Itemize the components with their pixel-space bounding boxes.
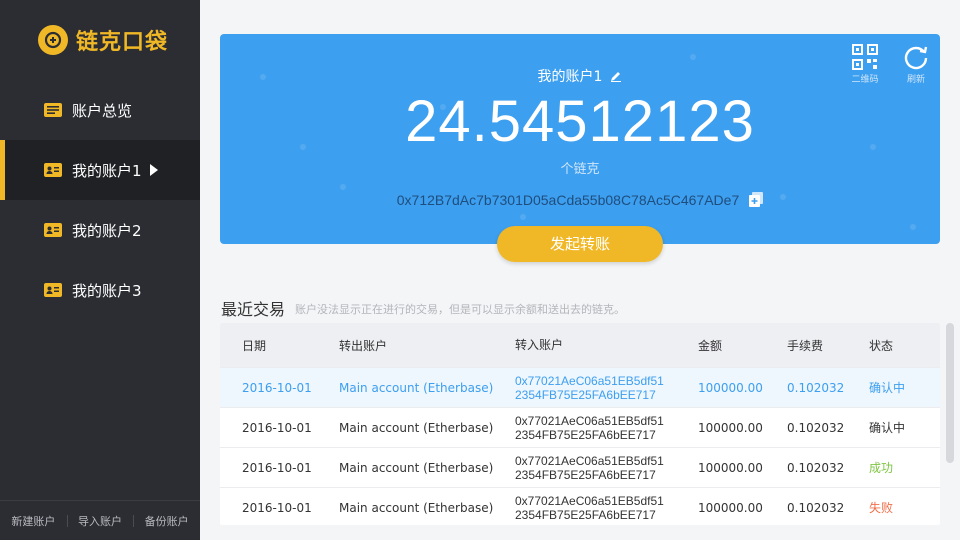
table-row[interactable]: 2016-10-01 Main account (Etherbase) 0x77… [220, 487, 940, 525]
cell-from: Main account (Etherbase) [339, 500, 494, 515]
list-icon [44, 103, 62, 117]
cell-from: Main account (Etherbase) [339, 420, 494, 435]
cell-date: 2016-10-01 [242, 500, 312, 515]
copy-icon[interactable] [749, 192, 764, 207]
sidebar-item-label: 账户总览 [72, 101, 133, 120]
status-badge: 确认中 [869, 421, 906, 435]
cell-to-line1: 0x77021AeC06a51EB5df51 [515, 493, 664, 508]
cell-to: 0x77021AeC06a51EB5df51 2354FB75E25FA6bEE7… [515, 374, 664, 402]
cell-amount: 100000.00 [698, 460, 763, 475]
cell-amount: 100000.00 [698, 420, 763, 435]
sidebar-item-label: 我的账户3 [72, 281, 142, 300]
transfer-button[interactable]: 发起转账 [497, 226, 663, 262]
account-name: 我的账户1 [220, 66, 940, 86]
recent-transactions-note: 账户没法显示正在进行的交易，但是可以显示余额和送出去的链克。 [295, 303, 625, 316]
balance-amount: 24.54512123 [405, 89, 755, 154]
cell-to-line1: 0x77021AeC06a51EB5df51 [515, 373, 664, 388]
sidebar-nav: 账户总览 我的账户1 我的账户2 我的账户3 [0, 80, 200, 320]
sidebar-item-account-1[interactable]: 我的账户1 [0, 140, 200, 200]
account-address: 0x712B7dAc7b7301D05aCda55b08C78Ac5C467AD… [220, 192, 940, 208]
col-date: 日期 [242, 338, 267, 353]
status-badge: 成功 [869, 461, 894, 475]
caret-right-icon [150, 164, 158, 176]
status-badge: 失败 [869, 501, 894, 515]
table-row[interactable]: 2016-10-01 Main account (Etherbase) 0x77… [220, 367, 940, 407]
sidebar-item-account-3[interactable]: 我的账户3 [0, 260, 200, 320]
cell-to-line1: 0x77021AeC06a51EB5df51 [515, 413, 664, 428]
cell-to-line2: 2354FB75E25FA6bEE717 [515, 387, 656, 402]
col-amount: 金额 [698, 338, 723, 353]
recent-transactions-title: 最近交易 [221, 300, 286, 319]
sidebar: 链克口袋 账户总览 我的账户1 我的账户2 我的账户3 新建账户 导入账户 备份… [0, 0, 200, 540]
sidebar-item-label: 我的账户1 [72, 161, 142, 180]
id-card-icon [44, 283, 62, 297]
sidebar-item-label: 我的账户2 [72, 221, 142, 240]
address-text: 0x712B7dAc7b7301D05aCda55b08C78Ac5C467AD… [396, 192, 740, 208]
cell-amount: 100000.00 [698, 500, 763, 515]
sidebar-item-account-2[interactable]: 我的账户2 [0, 200, 200, 260]
account-card: 二维码 刷新 我的账户1 24.54512123 个链克 0x712B7dAc7… [220, 34, 940, 244]
logo: 链克口袋 [38, 24, 168, 56]
cell-fee: 0.102032 [787, 500, 845, 515]
transactions-table: 日期 转出账户 转入账户 金额 手续费 状态 2016-10-01 Main a… [220, 323, 940, 525]
cell-date: 2016-10-01 [242, 380, 312, 395]
scrollbar[interactable] [946, 323, 954, 463]
cell-to-line2: 2354FB75E25FA6bEE717 [515, 507, 656, 522]
cell-to: 0x77021AeC06a51EB5df51 2354FB75E25FA6bEE7… [515, 414, 664, 442]
cell-to: 0x77021AeC06a51EB5df51 2354FB75E25FA6bEE7… [515, 454, 664, 482]
cell-date: 2016-10-01 [242, 420, 312, 435]
table-row[interactable]: 2016-10-01 Main account (Etherbase) 0x77… [220, 407, 940, 447]
cell-amount: 100000.00 [698, 380, 763, 395]
col-status: 状态 [869, 338, 894, 353]
col-fee: 手续费 [787, 338, 824, 353]
col-from: 转出账户 [339, 338, 388, 353]
pencil-icon[interactable] [610, 70, 622, 82]
cell-to-line2: 2354FB75E25FA6bEE717 [515, 467, 656, 482]
cell-to: 0x77021AeC06a51EB5df51 2354FB75E25FA6bEE7… [515, 494, 664, 522]
import-account-link[interactable]: 导入账户 [66, 513, 134, 529]
cell-from: Main account (Etherbase) [339, 460, 494, 475]
main-content: 二维码 刷新 我的账户1 24.54512123 个链克 0x712B7dAc7… [200, 0, 960, 540]
cell-to-line1: 0x77021AeC06a51EB5df51 [515, 453, 664, 468]
logo-icon [38, 25, 68, 55]
backup-account-link[interactable]: 备份账户 [133, 513, 200, 529]
id-card-icon [44, 223, 62, 237]
status-badge: 确认中 [869, 381, 906, 395]
cell-from: Main account (Etherbase) [339, 380, 494, 395]
cell-fee: 0.102032 [787, 380, 845, 395]
new-account-link[interactable]: 新建账户 [0, 513, 67, 529]
cell-fee: 0.102032 [787, 460, 845, 475]
table-row[interactable]: 2016-10-01 Main account (Etherbase) 0x77… [220, 447, 940, 487]
cell-fee: 0.102032 [787, 420, 845, 435]
cell-to-line2: 2354FB75E25FA6bEE717 [515, 427, 656, 442]
sidebar-footer: 新建账户 导入账户 备份账户 [0, 500, 200, 540]
col-to: 转入账户 [515, 338, 564, 352]
id-card-icon [44, 163, 62, 177]
logo-text: 链克口袋 [76, 30, 169, 55]
sidebar-item-overview[interactable]: 账户总览 [0, 80, 200, 140]
table-header: 日期 转出账户 转入账户 金额 手续费 状态 [220, 323, 940, 367]
cell-date: 2016-10-01 [242, 460, 312, 475]
balance-unit: 个链克 [560, 162, 600, 177]
account-name-text: 我的账户1 [537, 69, 603, 85]
